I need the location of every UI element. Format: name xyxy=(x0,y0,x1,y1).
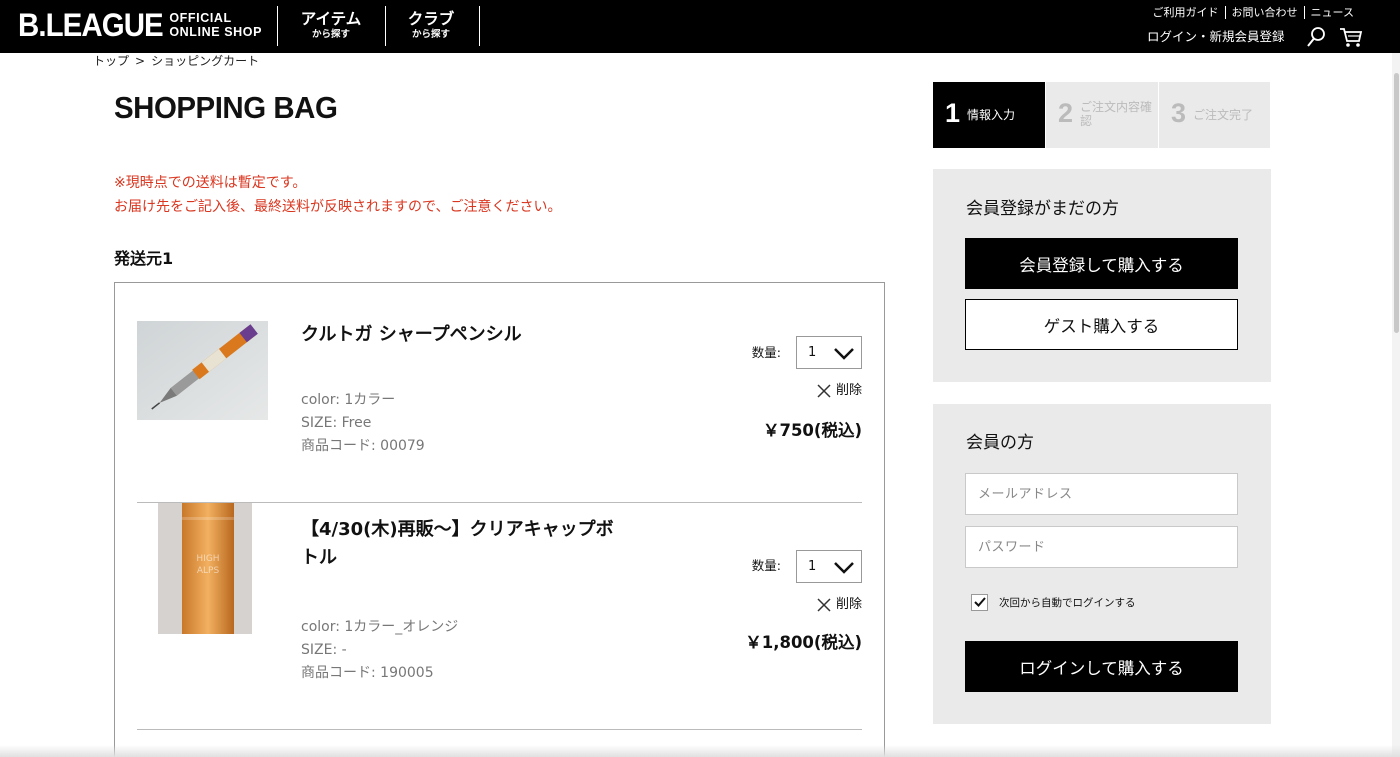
svg-text:ALPS: ALPS xyxy=(197,566,220,576)
quantity-value: 1 xyxy=(808,345,817,360)
product-image-bottle[interactable]: HIGH ALPS xyxy=(158,503,252,634)
page-fold-shadow xyxy=(0,745,1400,757)
non-member-panel: 会員登録がまだの方 会員登録して購入する ゲスト購入する xyxy=(933,169,1271,382)
product-meta: color: 1カラー_オレンジ SIZE: - 商品コード: 190005 xyxy=(301,616,458,685)
password-field[interactable] xyxy=(965,526,1238,568)
product-code: 商品コード: 190005 xyxy=(301,665,434,681)
checkmark-icon xyxy=(974,597,986,607)
svg-text:HIGH: HIGH xyxy=(196,554,219,564)
shipping-notice-line2: お届け先をご記入後、最終送料が反映されますので、ご注意ください。 xyxy=(114,199,562,215)
ship-from-heading: 発送元1 xyxy=(114,249,174,268)
cart-items-box: クルトガ シャープペンシル color: 1カラー SIZE: Free 商品コ… xyxy=(114,282,885,757)
product-price: ￥750(税込) xyxy=(762,421,862,440)
breadcrumb-home[interactable]: トップ xyxy=(93,54,129,68)
register-and-purchase-button[interactable]: 会員登録して購入する xyxy=(965,238,1238,289)
chevron-down-icon xyxy=(834,348,854,360)
product-color: color: 1カラー_オレンジ xyxy=(301,619,459,635)
member-panel: 会員の方 次回から自動でログインする ログインして購入する xyxy=(933,404,1271,724)
logo-main-text: B.LEAGUE xyxy=(18,7,164,43)
link-news[interactable]: ニュース xyxy=(1303,6,1360,19)
step-1: 1 情報入力 xyxy=(933,82,1045,148)
non-member-title: 会員登録がまだの方 xyxy=(966,199,1119,219)
quantity-label: 数量: xyxy=(751,345,781,360)
quantity-value: 1 xyxy=(808,559,817,574)
product-image-pencil[interactable] xyxy=(137,321,268,420)
step-3: 3 ご注文完了 xyxy=(1159,82,1270,148)
product-code: 商品コード: 00079 xyxy=(301,438,425,454)
login-and-purchase-button[interactable]: ログインして購入する xyxy=(965,641,1238,692)
nav-item-items-sublabel: から探す xyxy=(311,29,350,40)
delete-button[interactable]: 削除 xyxy=(817,383,862,399)
quantity-select[interactable]: 1 xyxy=(796,550,862,583)
logo-sub-line2: ONLINE SHOP xyxy=(169,25,263,39)
step-label: ご注文完了 xyxy=(1193,108,1254,122)
header-divider xyxy=(277,6,278,46)
header-divider xyxy=(479,6,480,46)
step-number: 1 xyxy=(945,98,961,128)
link-contact[interactable]: お問い合わせ xyxy=(1224,6,1304,19)
search-icon[interactable] xyxy=(1306,26,1326,48)
site-header: B.LEAGUE OFFICIAL ONLINE SHOP アイテム から探す … xyxy=(0,0,1400,53)
product-meta: color: 1カラー SIZE: Free 商品コード: 00079 xyxy=(301,389,425,458)
nav-item-items-label: アイテム xyxy=(300,10,362,28)
login-register-link[interactable]: ログイン・新規会員登録 xyxy=(1147,29,1285,45)
page-scrollbar[interactable] xyxy=(1392,53,1400,757)
product-name[interactable]: クルトガ シャープペンシル xyxy=(301,321,631,349)
product-size: SIZE: Free xyxy=(301,415,372,431)
page-title: SHOPPING BAG xyxy=(114,90,338,125)
step-label: ご注文内容確認 xyxy=(1080,100,1153,128)
logo-sub-text: OFFICIAL ONLINE SHOP xyxy=(169,11,262,39)
site-logo[interactable]: B.LEAGUE OFFICIAL ONLINE SHOP xyxy=(18,9,262,41)
close-icon xyxy=(817,598,831,612)
scrollbar-thumb[interactable] xyxy=(1394,73,1399,333)
breadcrumb-current: ショッピングカート xyxy=(151,54,260,68)
nav-item-clubs[interactable]: クラブ から探す xyxy=(404,10,458,41)
checkout-steps: 1 情報入力 2 ご注文内容確認 3 ご注文完了 xyxy=(933,82,1270,148)
nav-item-clubs-sublabel: から探す xyxy=(411,29,450,40)
item-divider xyxy=(137,729,862,730)
product-color: color: 1カラー xyxy=(301,392,396,408)
product-price: ￥1,800(税込) xyxy=(745,633,862,652)
chevron-down-icon xyxy=(834,562,854,574)
breadcrumb: トップ > ショッピングカート xyxy=(93,54,259,68)
step-label: 情報入力 xyxy=(967,108,1016,122)
step-number: 3 xyxy=(1171,98,1187,128)
step-number: 2 xyxy=(1058,98,1074,128)
remember-checkbox[interactable] xyxy=(971,594,988,611)
step-2: 2 ご注文内容確認 xyxy=(1046,82,1158,148)
delete-button[interactable]: 削除 xyxy=(817,597,862,613)
cart-icon[interactable] xyxy=(1339,26,1363,48)
breadcrumb-separator: > xyxy=(135,54,146,68)
nav-item-items[interactable]: アイテム から探す xyxy=(300,10,362,41)
shipping-notice-line1: ※現時点での送料は暫定です。 xyxy=(114,175,307,191)
shipping-notice: ※現時点での送料は暫定です。 お届け先をご記入後、最終送料が反映されますので、ご… xyxy=(114,171,561,219)
close-icon xyxy=(817,384,831,398)
remember-login[interactable]: 次回から自動でログインする xyxy=(971,594,1136,611)
utility-links: ご利用ガイド お問い合わせ ニュース xyxy=(1147,6,1360,19)
delete-label: 削除 xyxy=(835,597,862,612)
header-divider xyxy=(385,6,386,46)
product-size: SIZE: - xyxy=(301,642,347,658)
quantity-label: 数量: xyxy=(751,558,781,573)
logo-sub-line1: OFFICIAL xyxy=(169,11,232,25)
quantity-select[interactable]: 1 xyxy=(796,336,862,369)
guest-purchase-button[interactable]: ゲスト購入する xyxy=(965,299,1238,350)
remember-label: 次回から自動でログインする xyxy=(999,597,1136,609)
cart-item: HIGH ALPS 【4/30(木)再販〜】クリアキャップボトル color: … xyxy=(137,503,862,723)
email-field[interactable] xyxy=(965,473,1238,515)
delete-label: 削除 xyxy=(835,383,862,398)
member-title: 会員の方 xyxy=(966,433,1034,453)
nav-item-clubs-label: クラブ xyxy=(407,10,455,28)
link-guide[interactable]: ご利用ガイド xyxy=(1147,6,1225,19)
product-name[interactable]: 【4/30(木)再販〜】クリアキャップボトル xyxy=(301,516,631,572)
